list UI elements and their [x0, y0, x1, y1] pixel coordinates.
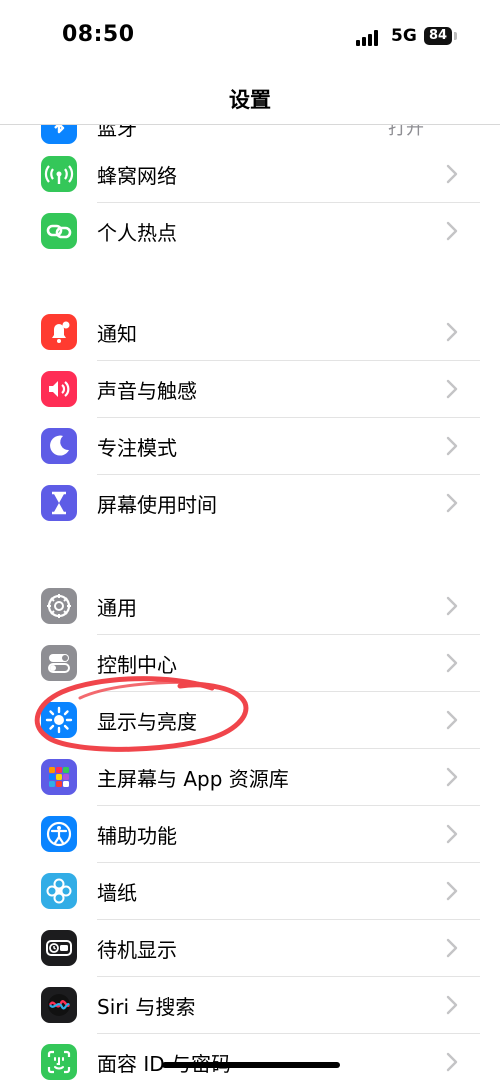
- settings-row-accessibility[interactable]: 辅助功能: [0, 806, 500, 863]
- chevron-right-icon: [446, 493, 458, 513]
- settings-row-label: 墙纸: [97, 881, 137, 905]
- chevron-right-icon: [446, 436, 458, 456]
- signal-bars-icon: [356, 30, 384, 46]
- chevron-right-icon: [446, 1052, 458, 1072]
- settings-row-label: Siri 与搜索: [97, 995, 196, 1019]
- status-time: 08:50: [62, 22, 135, 47]
- settings-row-label: 屏幕使用时间: [97, 493, 217, 517]
- moon-icon: [41, 428, 77, 464]
- settings-row-label: 辅助功能: [97, 824, 177, 848]
- settings-row-label: 通用: [97, 596, 137, 620]
- chevron-right-icon: [446, 881, 458, 901]
- standby-icon: [41, 930, 77, 966]
- chevron-right-icon: [446, 938, 458, 958]
- settings-row-link[interactable]: 个人热点: [0, 203, 500, 260]
- battery-icon: 84: [424, 27, 452, 45]
- chevron-right-icon: [446, 322, 458, 342]
- settings-row-standby[interactable]: 待机显示: [0, 920, 500, 977]
- settings-row-gear[interactable]: 通用: [0, 578, 500, 635]
- siri-icon: [41, 987, 77, 1023]
- bluetooth-value: 打开: [388, 124, 424, 139]
- settings-row-bell[interactable]: 通知: [0, 304, 500, 361]
- settings-row-label: 专注模式: [97, 436, 177, 460]
- settings-row-app-grid[interactable]: 主屏幕与 App 资源库: [0, 749, 500, 806]
- settings-row-label: 通知: [97, 322, 137, 346]
- chevron-right-icon: [446, 221, 458, 241]
- settings-row-label: 主屏幕与 App 资源库: [97, 767, 289, 791]
- chevron-right-icon: [446, 164, 458, 184]
- toggles-icon: [41, 645, 77, 681]
- chevron-right-icon: [446, 824, 458, 844]
- settings-row-label: 个人热点: [97, 221, 177, 245]
- settings-row-label: 控制中心: [97, 653, 177, 677]
- link-icon: [41, 213, 77, 249]
- app-grid-icon: [41, 759, 77, 795]
- status-bar: 08:50 5G 84: [0, 0, 500, 72]
- sun-icon: [41, 702, 77, 738]
- settings-row-toggles[interactable]: 控制中心: [0, 635, 500, 692]
- settings-row-antenna[interactable]: 蜂窝网络: [0, 146, 500, 203]
- settings-row-bluetooth[interactable]: 蓝牙 打开: [0, 98, 500, 144]
- chevron-right-icon: [446, 596, 458, 616]
- bell-icon: [41, 314, 77, 350]
- speaker-icon: [41, 371, 77, 407]
- network-type: 5G: [391, 26, 417, 46]
- chevron-right-icon: [446, 995, 458, 1015]
- settings-row-label: 蜂窝网络: [97, 164, 177, 188]
- flower-icon: [41, 873, 77, 909]
- battery-tip: [454, 32, 457, 40]
- settings-row-moon[interactable]: 专注模式: [0, 418, 500, 475]
- settings-row-speaker[interactable]: 声音与触感: [0, 361, 500, 418]
- settings-row-label: 待机显示: [97, 938, 177, 962]
- home-indicator: [162, 1062, 340, 1068]
- bluetooth-label: 蓝牙: [97, 124, 137, 140]
- settings-row-label: 显示与亮度: [97, 710, 197, 734]
- settings-row-flower[interactable]: 墙纸: [0, 863, 500, 920]
- settings-row-hourglass[interactable]: 屏幕使用时间: [0, 475, 500, 532]
- chevron-right-icon: [446, 767, 458, 787]
- antenna-icon: [41, 156, 77, 192]
- hourglass-icon: [41, 485, 77, 521]
- chevron-right-icon: [446, 379, 458, 399]
- face-id-icon: [41, 1044, 77, 1080]
- accessibility-icon: [41, 816, 77, 852]
- bluetooth-icon: [41, 124, 77, 144]
- gear-icon: [41, 588, 77, 624]
- settings-row-label: 声音与触感: [97, 379, 197, 403]
- chevron-right-icon: [446, 710, 458, 730]
- settings-row-siri[interactable]: Siri 与搜索: [0, 977, 500, 1034]
- chevron-right-icon: [446, 653, 458, 673]
- nav-divider: [0, 124, 500, 125]
- settings-row-sun[interactable]: 显示与亮度: [0, 692, 500, 749]
